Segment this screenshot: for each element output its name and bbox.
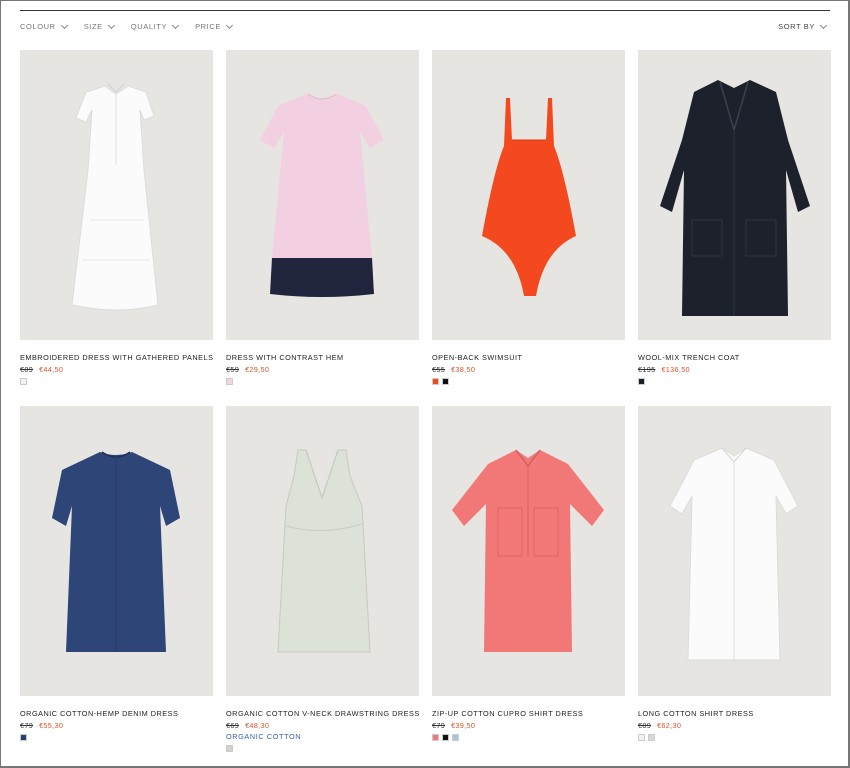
product-image[interactable]: [20, 406, 213, 696]
product-name[interactable]: ORGANIC COTTON V-NECK DRAWSTRING DRESS: [226, 709, 420, 718]
product-image[interactable]: [638, 406, 831, 696]
product-image[interactable]: [638, 50, 831, 340]
color-swatch[interactable]: [20, 378, 27, 385]
product-card[interactable]: LONG COTTON SHIRT DRESS €89 €62,30: [638, 406, 831, 762]
color-swatch[interactable]: [432, 378, 439, 385]
color-swatches: [226, 745, 233, 752]
sale-price: €55,30: [39, 721, 64, 730]
product-card[interactable]: EMBROIDERED DRESS WITH GATHERED PANELS €…: [20, 50, 213, 406]
color-swatch[interactable]: [452, 734, 459, 741]
color-swatch[interactable]: [20, 734, 27, 741]
original-price: €89: [20, 365, 34, 374]
product-name[interactable]: EMBROIDERED DRESS WITH GATHERED PANELS: [20, 353, 213, 362]
original-price: €59: [226, 365, 240, 374]
color-swatches: [432, 378, 449, 385]
color-swatch[interactable]: [442, 734, 449, 741]
product-image[interactable]: [432, 406, 625, 696]
chevron-down-icon: [819, 21, 828, 29]
product-image[interactable]: [20, 50, 213, 340]
product-card[interactable]: OPEN-BACK SWIMSUIT €55 €38,50: [432, 50, 625, 406]
original-price: €79: [432, 721, 446, 730]
product-prices: €89 €44,50: [20, 365, 63, 374]
product-card[interactable]: ORGANIC COTTON-HEMP DENIM DRESS €79 €55,…: [20, 406, 213, 762]
color-swatch[interactable]: [648, 734, 655, 741]
product-prices: €195 €136,50: [638, 365, 690, 374]
sort-label: SORT BY: [778, 22, 815, 31]
product-image[interactable]: [226, 406, 419, 696]
product-name[interactable]: OPEN-BACK SWIMSUIT: [432, 353, 523, 362]
product-name[interactable]: ORGANIC COTTON-HEMP DENIM DRESS: [20, 709, 178, 718]
original-price: €89: [638, 721, 652, 730]
chevron-down-icon: [60, 21, 68, 29]
product-grid: EMBROIDERED DRESS WITH GATHERED PANELS €…: [20, 50, 831, 762]
color-swatches: [432, 734, 459, 741]
product-name[interactable]: DRESS WITH CONTRAST HEM: [226, 353, 344, 362]
product-prices: €69 €48,30: [226, 721, 269, 730]
product-prices: €89 €62,30: [638, 721, 681, 730]
color-swatches: [20, 734, 27, 741]
original-price: €195: [638, 365, 656, 374]
product-name[interactable]: LONG COTTON SHIRT DRESS: [638, 709, 754, 718]
color-swatch[interactable]: [226, 378, 233, 385]
product-prices: €79 €39,50: [432, 721, 475, 730]
color-swatch[interactable]: [226, 745, 233, 752]
color-swatch[interactable]: [638, 378, 645, 385]
filter-size[interactable]: SIZE: [83, 21, 115, 31]
sale-price: €44,50: [39, 365, 64, 374]
color-swatch[interactable]: [442, 378, 449, 385]
product-prices: €59 €29,50: [226, 365, 269, 374]
filter-colour[interactable]: COLOUR: [20, 21, 68, 31]
product-prices: €79 €55,30: [20, 721, 63, 730]
product-image[interactable]: [432, 50, 625, 340]
filter-label: SIZE: [83, 22, 103, 31]
chevron-down-icon: [172, 21, 180, 29]
product-name[interactable]: WOOL-MIX TRENCH COAT: [638, 353, 740, 362]
color-swatches: [638, 734, 655, 741]
original-price: €55: [432, 365, 446, 374]
sale-price: €39,50: [451, 721, 476, 730]
color-swatches: [20, 378, 27, 385]
sale-price: €48,30: [245, 721, 270, 730]
sale-price: €136,50: [661, 365, 690, 374]
product-card[interactable]: ORGANIC COTTON V-NECK DRAWSTRING DRESS €…: [226, 406, 419, 762]
color-swatch[interactable]: [432, 734, 439, 741]
chevron-down-icon: [225, 21, 234, 29]
product-name[interactable]: ZIP-UP COTTON CUPRO SHIRT DRESS: [432, 709, 583, 718]
color-swatches: [226, 378, 233, 385]
chevron-down-icon: [107, 21, 115, 29]
color-swatches: [638, 378, 645, 385]
top-divider: [20, 10, 830, 11]
product-image[interactable]: [226, 50, 419, 340]
quality-tag[interactable]: ORGANIC COTTON: [226, 732, 301, 741]
filter-bar: COLOUR SIZE QUALITY PRICE: [20, 21, 234, 31]
filter-label: COLOUR: [20, 22, 56, 31]
filter-label: QUALITY: [130, 22, 168, 31]
product-card[interactable]: ZIP-UP COTTON CUPRO SHIRT DRESS €79 €39,…: [432, 406, 625, 762]
filter-label: PRICE: [195, 22, 221, 31]
sale-price: €29,50: [245, 365, 270, 374]
filter-price[interactable]: PRICE: [195, 21, 234, 31]
color-swatch[interactable]: [638, 734, 645, 741]
original-price: €69: [226, 721, 240, 730]
sale-price: €38,50: [451, 365, 476, 374]
sale-price: €62,30: [657, 721, 682, 730]
product-card[interactable]: DRESS WITH CONTRAST HEM €59 €29,50: [226, 50, 419, 406]
product-card[interactable]: WOOL-MIX TRENCH COAT €195 €136,50: [638, 50, 831, 406]
filter-quality[interactable]: QUALITY: [130, 21, 180, 31]
product-prices: €55 €38,50: [432, 365, 475, 374]
original-price: €79: [20, 721, 34, 730]
sort-by-dropdown[interactable]: SORT BY: [778, 21, 828, 31]
